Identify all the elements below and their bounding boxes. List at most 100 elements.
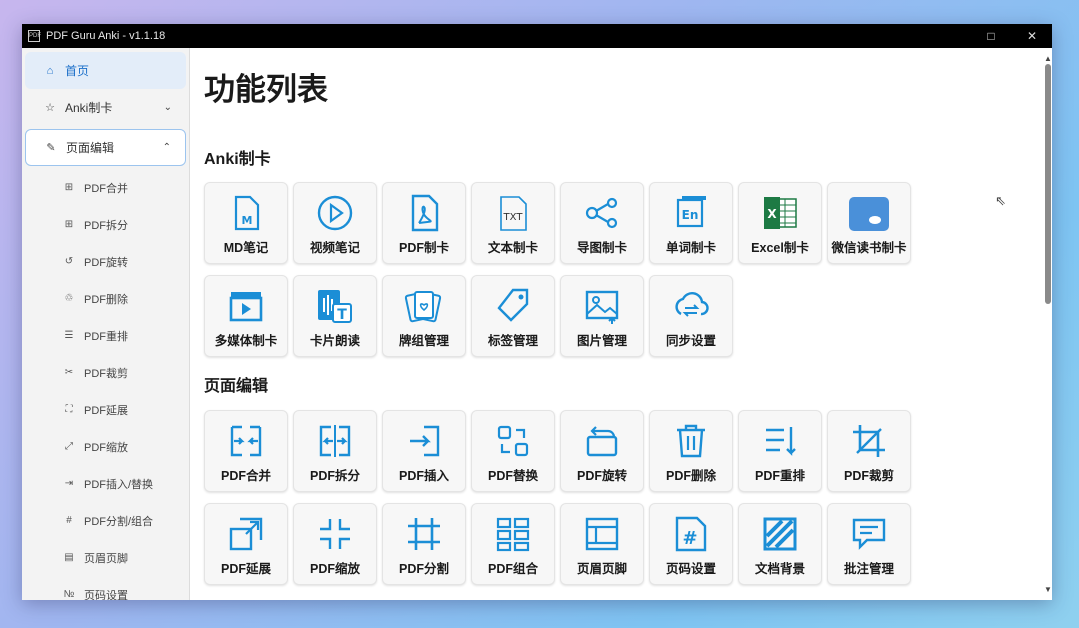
section-title-protect: 保护 (204, 599, 236, 600)
expand-icon: ⛶ (65, 404, 73, 415)
feature-card[interactable]: PDF制卡 (382, 182, 466, 264)
feature-card[interactable]: PDF组合 (471, 503, 555, 585)
pdf-icon (411, 194, 439, 232)
feature-card[interactable]: 视频笔记 (293, 182, 377, 264)
sidebar-subitem-label: 页眉页脚 (84, 552, 128, 565)
replace-icon (497, 425, 529, 457)
word-icon: En (676, 196, 706, 228)
insert-icon (410, 425, 440, 457)
split-icon: ⊞ (64, 219, 74, 230)
scroll-down-icon[interactable]: ▼ (1044, 585, 1052, 594)
feature-card-label: 同步设置 (665, 334, 716, 348)
header-footer-icon (585, 517, 619, 551)
sidebar-item-anki[interactable]: ☆ Anki制卡 ⌄ (25, 89, 186, 126)
txt-icon: TXT (500, 196, 527, 231)
anki-card-grid: M MD笔记 视频笔记 PDF制卡 TXT 文本制卡 导图制卡 En 单词制卡 X Excel制卡 微… (204, 182, 911, 357)
sidebar-subitem[interactable]: ♲ PDF删除 (22, 280, 189, 317)
sidebar-item-home[interactable]: ⌂ 首页 (25, 52, 186, 89)
sidebar-subitem[interactable]: ▤ 页眉页脚 (22, 539, 189, 576)
feature-card[interactable]: PDF合并 (204, 410, 288, 492)
edit-icon: ✎ (46, 142, 56, 154)
feature-card-label: PDF制卡 (398, 241, 449, 255)
sidebar-subitem[interactable]: ⊞ PDF合并 (22, 169, 189, 206)
feature-card-label: 文本制卡 (487, 241, 538, 255)
sidebar-item-label: 首页 (65, 64, 90, 78)
delete-icon (677, 424, 705, 458)
feature-card-label: 图片管理 (576, 334, 627, 348)
feature-card[interactable]: PDF替换 (471, 410, 555, 492)
svg-text:TXT: TXT (503, 212, 524, 223)
sidebar-subitem[interactable]: ⇥ PDF插入/替换 (22, 465, 189, 502)
sidebar-subitem[interactable]: ⤢ PDF缩放 (22, 428, 189, 465)
maximize-button[interactable]: □ (977, 27, 1005, 45)
delete-icon: ♲ (64, 293, 74, 304)
sidebar-subitem-label: PDF旋转 (84, 256, 128, 269)
feature-card[interactable]: 文档背景 (738, 503, 822, 585)
svg-text:T: T (337, 307, 347, 323)
feature-card[interactable]: PDF重排 (738, 410, 822, 492)
page-title: 功能列表 (204, 72, 328, 107)
feature-card[interactable]: 批注管理 (827, 503, 911, 585)
svg-text:En: En (682, 208, 699, 222)
feature-card[interactable]: 导图制卡 (560, 182, 644, 264)
home-icon: ⌂ (46, 64, 54, 77)
chevron-down-icon: ⌄ (163, 102, 172, 113)
feature-card[interactable]: TXT 文本制卡 (471, 182, 555, 264)
tag-icon (497, 288, 529, 322)
video-icon (317, 195, 353, 231)
sidebar-subitem[interactable]: ✂ PDF裁剪 (22, 354, 189, 391)
rotate-icon: ↺ (64, 256, 74, 267)
feature-card-label: 微信读书制卡 (831, 241, 907, 255)
star-icon: ☆ (45, 102, 55, 114)
feature-card-label: 页码设置 (665, 562, 716, 576)
app-logo-icon: PDF (28, 30, 41, 42)
feature-card[interactable]: 牌组管理 (382, 275, 466, 357)
feature-card[interactable]: PDF删除 (649, 410, 733, 492)
scroll-up-icon[interactable]: ▲ (1044, 54, 1052, 63)
feature-card-label: PDF重排 (754, 469, 805, 483)
feature-card[interactable]: PDF拆分 (293, 410, 377, 492)
feature-card[interactable]: En 单词制卡 (649, 182, 733, 264)
scroll-thumb[interactable] (1045, 64, 1051, 304)
wechat-read-icon (849, 197, 889, 231)
feature-card[interactable]: 图片管理 (560, 275, 644, 357)
feature-card[interactable]: PDF裁剪 (827, 410, 911, 492)
sidebar-subitem[interactable]: № 页码设置 (22, 576, 189, 600)
excel-icon: X (764, 197, 797, 229)
feature-card[interactable]: PDF缩放 (293, 503, 377, 585)
feature-card[interactable]: M MD笔记 (204, 182, 288, 264)
feature-card[interactable]: PDF延展 (204, 503, 288, 585)
svg-text:#: # (682, 528, 697, 549)
sidebar-subitem[interactable]: ☰ PDF重排 (22, 317, 189, 354)
close-button[interactable]: ✕ (1018, 27, 1046, 45)
feature-card[interactable]: # 页码设置 (649, 503, 733, 585)
sidebar-subitem[interactable]: ↺ PDF旋转 (22, 243, 189, 280)
feature-card-label: 标签管理 (487, 334, 538, 348)
feature-card[interactable]: 标签管理 (471, 275, 555, 357)
sidebar-subitem[interactable]: ⊞ PDF拆分 (22, 206, 189, 243)
feature-card[interactable]: PDF分割 (382, 503, 466, 585)
feature-card[interactable]: PDF旋转 (560, 410, 644, 492)
rotate-icon (586, 426, 618, 457)
feature-card[interactable]: X Excel制卡 (738, 182, 822, 264)
vertical-scrollbar[interactable]: ▲ ▼ (1044, 54, 1052, 594)
feature-card-label: 视频笔记 (309, 241, 360, 255)
sidebar-item-page-edit[interactable]: ✎ 页面编辑 ⌃ (25, 129, 186, 166)
sidebar-item-label: 页面编辑 (66, 141, 115, 155)
sidebar-subitem[interactable]: ⛶ PDF延展 (22, 391, 189, 428)
feature-card[interactable]: PDF插入 (382, 410, 466, 492)
title-bar[interactable]: PDF PDF Guru Anki - v1.1.18 □ ✕ (22, 24, 1052, 48)
page-number-icon: № (63, 589, 75, 600)
feature-card[interactable]: 页眉页脚 (560, 503, 644, 585)
feature-card[interactable]: T 卡片朗读 (293, 275, 377, 357)
feature-card[interactable]: 微信读书制卡 (827, 182, 911, 264)
window-title: PDF Guru Anki - v1.1.18 (46, 30, 166, 42)
markdown-icon: M (234, 195, 260, 231)
sidebar-subitem-label: PDF分割/组合 (84, 515, 154, 528)
feature-card[interactable]: 多媒体制卡 (204, 275, 288, 357)
sidebar-subitem[interactable]: # PDF分割/组合 (22, 502, 189, 539)
split-icon (319, 425, 351, 457)
feature-card-label: 单词制卡 (665, 241, 716, 255)
feature-card[interactable]: 同步设置 (649, 275, 733, 357)
feature-card-label: Excel制卡 (751, 241, 809, 255)
